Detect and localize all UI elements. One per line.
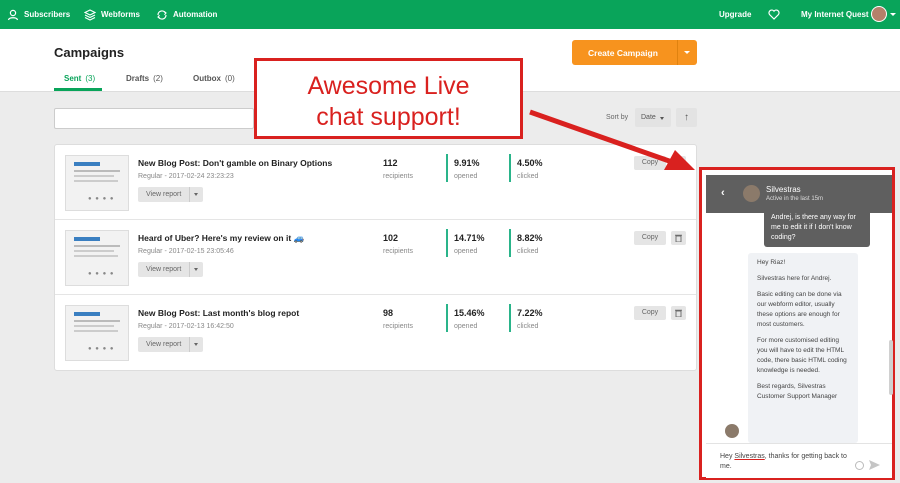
- emoji-icon[interactable]: [855, 461, 864, 470]
- agent-status: Active in the last 15m: [766, 196, 824, 202]
- live-chat-panel: Andrej, is there any way for me to edit …: [699, 167, 895, 480]
- agent-message-line: Silvestras here for Andrej.: [757, 275, 832, 282]
- annotation-line-1: Awesome Live: [307, 72, 470, 100]
- input-text: Silvestras: [734, 453, 765, 460]
- agent-name: Silvestras: [766, 185, 801, 194]
- annotation-line-2: chat support!: [316, 103, 461, 131]
- input-text: Hey: [720, 453, 735, 460]
- agent-message-line: Best regards, Silvestras Customer Suppor…: [757, 383, 838, 400]
- chat-scrollbar[interactable]: [889, 340, 893, 395]
- chat-header: ‹ Silvestras Active in the last 15m: [706, 175, 892, 213]
- chat-message-input[interactable]: Hey Silvestras, thanks for getting back …: [720, 452, 855, 472]
- user-message: Andrej, is there any way for me to edit …: [764, 211, 870, 247]
- agent-avatar: [725, 424, 739, 438]
- chat-composer: Hey Silvestras, thanks for getting back …: [706, 443, 892, 478]
- agent-message: Hey Riaz! Silvestras here for Andrej. Ba…: [748, 253, 858, 443]
- back-icon[interactable]: ‹: [721, 187, 725, 199]
- agent-message-line: For more customised editing you will hav…: [757, 337, 847, 374]
- agent-message-line: Basic editing can be done via our webfor…: [757, 291, 842, 328]
- annotation-callout: Awesome Live chat support!: [254, 58, 523, 139]
- annotation-text: Awesome Live chat support!: [257, 71, 520, 133]
- agent-avatar: [743, 185, 760, 202]
- agent-message-line: Hey Riaz!: [757, 259, 786, 266]
- send-icon[interactable]: [869, 460, 880, 470]
